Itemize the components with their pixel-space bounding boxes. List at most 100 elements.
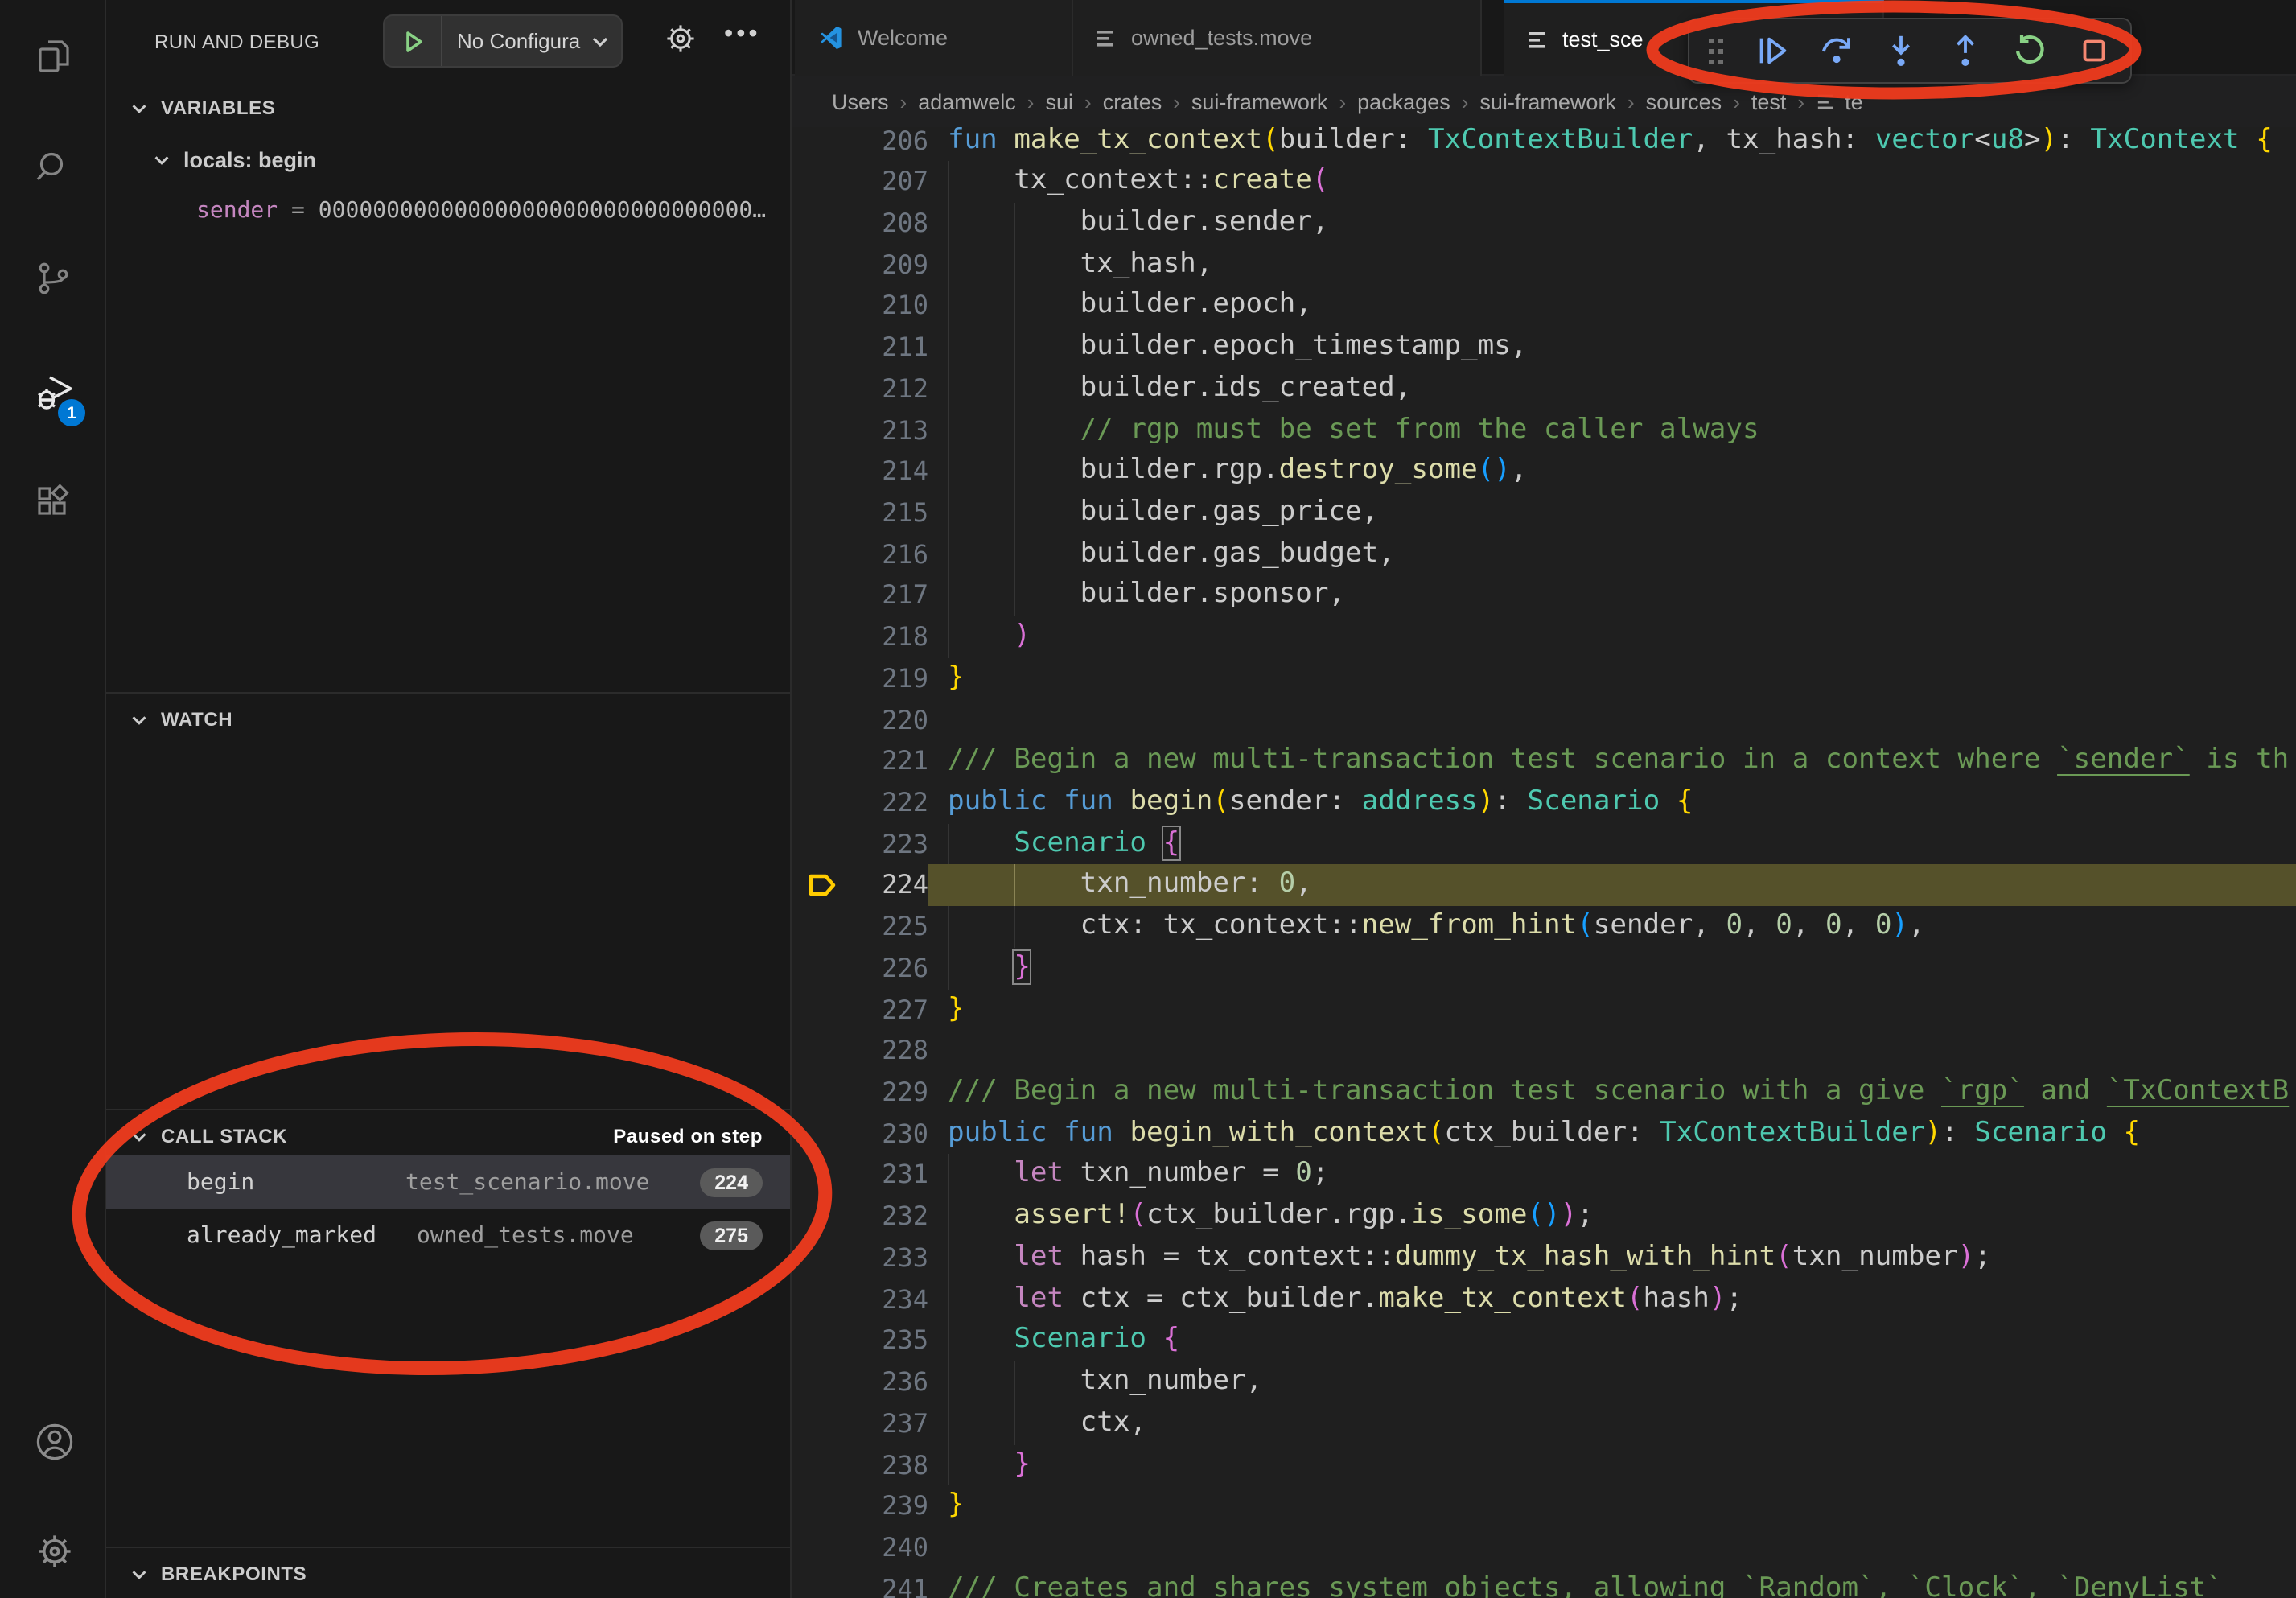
code-text: ctx: tx_context::new_from_hint(sender, 0… [928,906,2296,947]
line-number[interactable]: 229 [853,1072,928,1113]
line-number[interactable]: 221 [853,741,928,782]
line-number[interactable]: 228 [853,1031,928,1072]
breadcrumb-file[interactable]: te [1816,89,1863,113]
call-stack-frame-already_marked[interactable]: already_markedowned_tests.move275 [106,1209,792,1262]
line-number[interactable]: 240 [853,1527,928,1568]
more-actions-icon[interactable]: ••• [724,21,761,50]
settings-gear-icon[interactable] [34,1530,72,1569]
line-number[interactable]: 214 [853,451,928,492]
breadcrumb-item[interactable]: Users [832,89,889,113]
breadcrumb-item[interactable]: sui-framework [1191,89,1328,113]
watch-section-header[interactable]: WATCH [106,694,792,745]
line-number[interactable]: 213 [853,410,928,451]
line-number[interactable]: 217 [853,575,928,616]
line-number[interactable]: 238 [853,1444,928,1485]
line-number[interactable]: 219 [853,658,928,699]
line-number[interactable]: 231 [853,1155,928,1196]
start-debug-button[interactable]: No Configura [383,14,623,68]
line-number[interactable]: 212 [853,369,928,410]
breadcrumb-item[interactable]: packages [1357,89,1450,113]
call-stack-frame-begin[interactable]: begintest_scenario.move224 [106,1155,792,1209]
breadcrumb-item[interactable]: sources [1646,89,1722,113]
tab-owned-tests[interactable]: owned_tests.move [1073,0,1482,76]
glyph-margin [792,741,853,782]
step-into-button[interactable] [1882,32,1920,69]
line-number[interactable]: 230 [853,1114,928,1155]
line-number[interactable]: 220 [853,699,928,740]
debug-config-dropdown[interactable]: No Configura [442,29,589,53]
breadcrumb-item[interactable]: sui [1045,89,1073,113]
line-number[interactable]: 234 [853,1279,928,1320]
restart-button[interactable] [2011,32,2048,69]
line-number[interactable]: 208 [853,203,928,244]
breadcrumb-item[interactable]: sui-framework [1479,89,1616,113]
line-number[interactable]: 218 [853,616,928,657]
variable-row-sender[interactable]: sender = 0000000000000000000000000000000… [106,185,792,237]
breadcrumb-item[interactable]: crates [1103,89,1162,113]
glyph-margin [792,575,853,616]
code-line-235: 235 Scenario { [792,1320,2296,1361]
tab-welcome[interactable]: Welcome [795,0,1073,76]
glyph-margin [792,699,853,740]
code-text: tx_hash, [928,244,2296,285]
code-editor[interactable]: 206fun make_tx_context(builder: TxContex… [792,127,2296,1598]
line-number[interactable]: 215 [853,492,928,533]
indent-guide [948,161,949,202]
line-number[interactable]: 211 [853,327,928,368]
line-number[interactable]: 209 [853,244,928,285]
line-number[interactable]: 225 [853,906,928,947]
code-line-222: 222public fun begin(sender: address): Sc… [792,782,2296,823]
breadcrumb-item[interactable]: test [1751,89,1787,113]
line-number[interactable]: 232 [853,1196,928,1237]
variables-scope-row[interactable]: locals: begin [106,134,792,185]
indent-guide [948,823,949,864]
variables-section-header[interactable]: VARIABLES [106,82,792,134]
line-number[interactable]: 224 [853,865,928,906]
code-text [928,1527,2296,1568]
line-number[interactable]: 210 [853,286,928,327]
line-number[interactable]: 216 [853,533,928,575]
line-number[interactable]: 236 [853,1361,928,1402]
breadcrumb-item[interactable]: adamwelc [918,89,1016,113]
code-line-225: 225 ctx: tx_context::new_from_hint(sende… [792,906,2296,947]
line-number[interactable]: 226 [853,948,928,989]
line-number[interactable]: 237 [853,1403,928,1444]
explorer-icon[interactable] [34,37,72,76]
code-line-224: 224 txn_number: 0, [792,865,2296,906]
line-number[interactable]: 227 [853,989,928,1030]
extensions-icon[interactable] [34,483,72,521]
line-number[interactable]: 207 [853,161,928,202]
breadcrumb-separator: › [1173,89,1180,113]
glyph-margin [792,906,853,947]
accounts-icon[interactable] [34,1421,72,1460]
step-out-button[interactable] [1947,32,1984,69]
glyph-margin [792,1279,853,1320]
line-number[interactable]: 235 [853,1320,928,1361]
indent-guide [1014,1361,1015,1402]
glyph-margin [792,1072,853,1113]
code-line-238: 238 } [792,1444,2296,1485]
line-number[interactable]: 239 [853,1485,928,1526]
line-number[interactable]: 223 [853,823,928,864]
stop-button[interactable] [2076,32,2113,69]
step-over-button[interactable] [1818,32,1855,69]
call-stack-section-header[interactable]: CALL STACK Paused on step [106,1110,792,1162]
breakpoints-section-header[interactable]: BREAKPOINTS [106,1548,792,1598]
play-icon[interactable] [385,16,442,66]
glyph-margin [792,782,853,823]
line-number[interactable]: 206 [853,127,928,161]
line-number[interactable]: 233 [853,1238,928,1279]
chevron-down-icon [129,1126,150,1147]
debug-settings-gear-icon[interactable] [663,21,698,56]
glyph-margin [792,1403,853,1444]
source-control-icon[interactable] [34,259,72,298]
code-line-237: 237 ctx, [792,1403,2296,1444]
glyph-margin [792,451,853,492]
line-number[interactable]: 241 [853,1568,928,1598]
continue-button[interactable] [1754,32,1791,69]
drag-handle-icon[interactable] [1707,35,1726,67]
line-number[interactable]: 222 [853,782,928,823]
code-line-233: 233 let hash = tx_context::dummy_tx_hash… [792,1238,2296,1279]
search-icon[interactable] [34,148,72,187]
variable-name: sender [196,198,278,224]
